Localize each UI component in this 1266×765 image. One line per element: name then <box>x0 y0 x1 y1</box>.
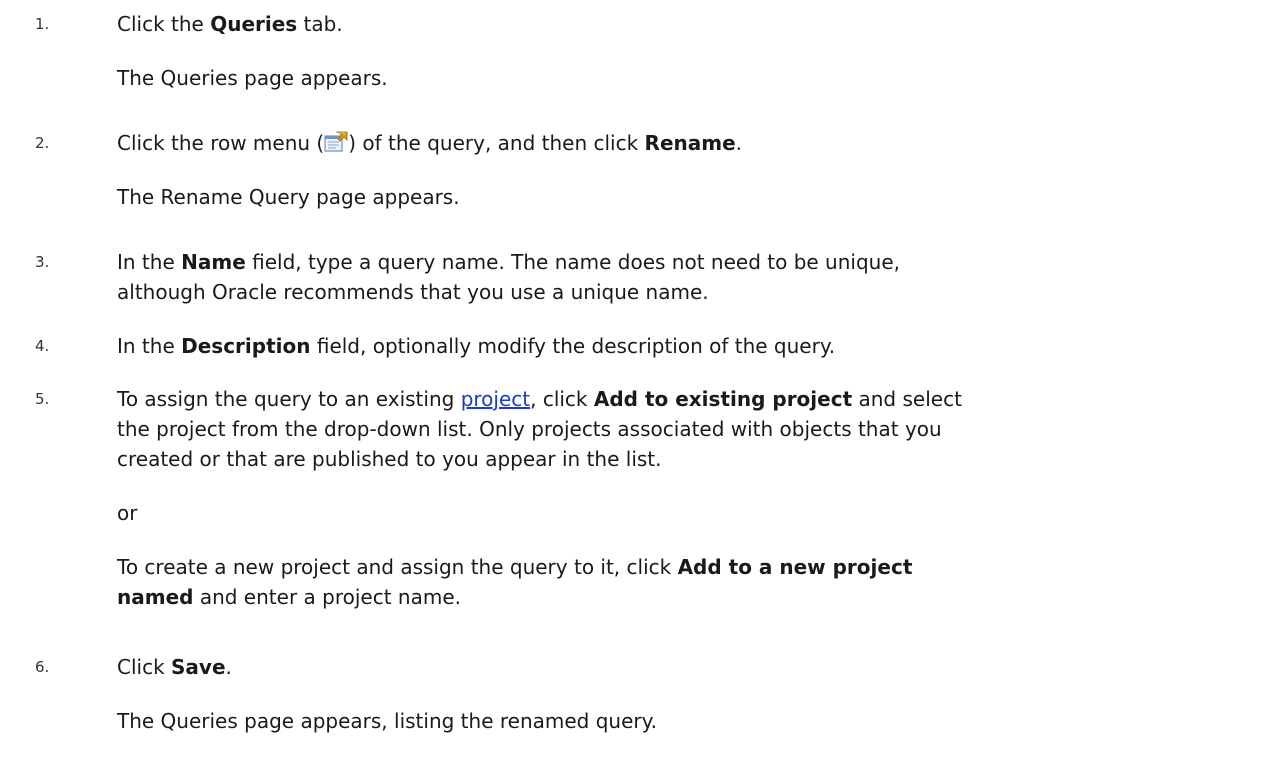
step-instruction-continued: although Oracle recommends that you use … <box>117 280 709 304</box>
step-result: The Queries page appears, listing the re… <box>117 709 657 733</box>
ui-term: Queries <box>210 12 298 36</box>
step-instruction-continued: the project from the drop-down list. Onl… <box>117 417 942 441</box>
ui-term: Name <box>181 250 246 274</box>
step-instruction: Click Save. <box>117 655 232 679</box>
step-instruction: Click the Queries tab. <box>117 12 343 36</box>
step-number: 2. <box>35 134 50 152</box>
step-number: 4. <box>35 337 50 355</box>
step-instruction: To assign the query to an existing proje… <box>117 387 962 411</box>
help-document: 1. Click the Queries tab. The Queries pa… <box>0 0 1266 765</box>
step-number: 5. <box>35 390 50 408</box>
ui-term: Rename <box>644 131 736 155</box>
ui-term: Add to a new project <box>677 555 913 579</box>
project-link[interactable]: project <box>461 387 530 411</box>
step-number: 6. <box>35 658 50 676</box>
step-instruction: In the Description field, optionally mod… <box>117 334 836 358</box>
ui-term: Add to existing project <box>593 387 853 411</box>
step-instruction: Click the row menu ( ) of the query, and… <box>117 131 743 155</box>
alternative-separator: or <box>117 501 138 525</box>
step-instruction: In the Name field, type a query name. Th… <box>117 250 900 274</box>
ui-term: named <box>117 585 194 609</box>
ui-term: Description <box>181 334 311 358</box>
step-result: The Queries page appears. <box>117 66 388 90</box>
step-number: 1. <box>35 15 50 33</box>
alternative-instruction: To create a new project and assign the q… <box>117 555 913 609</box>
step-instruction-continued: created or that are published to you app… <box>117 447 662 471</box>
row-menu-icon <box>324 131 348 153</box>
step-number: 3. <box>35 253 50 271</box>
ui-term: Save <box>171 655 226 679</box>
step-result: The Rename Query page appears. <box>117 185 460 209</box>
